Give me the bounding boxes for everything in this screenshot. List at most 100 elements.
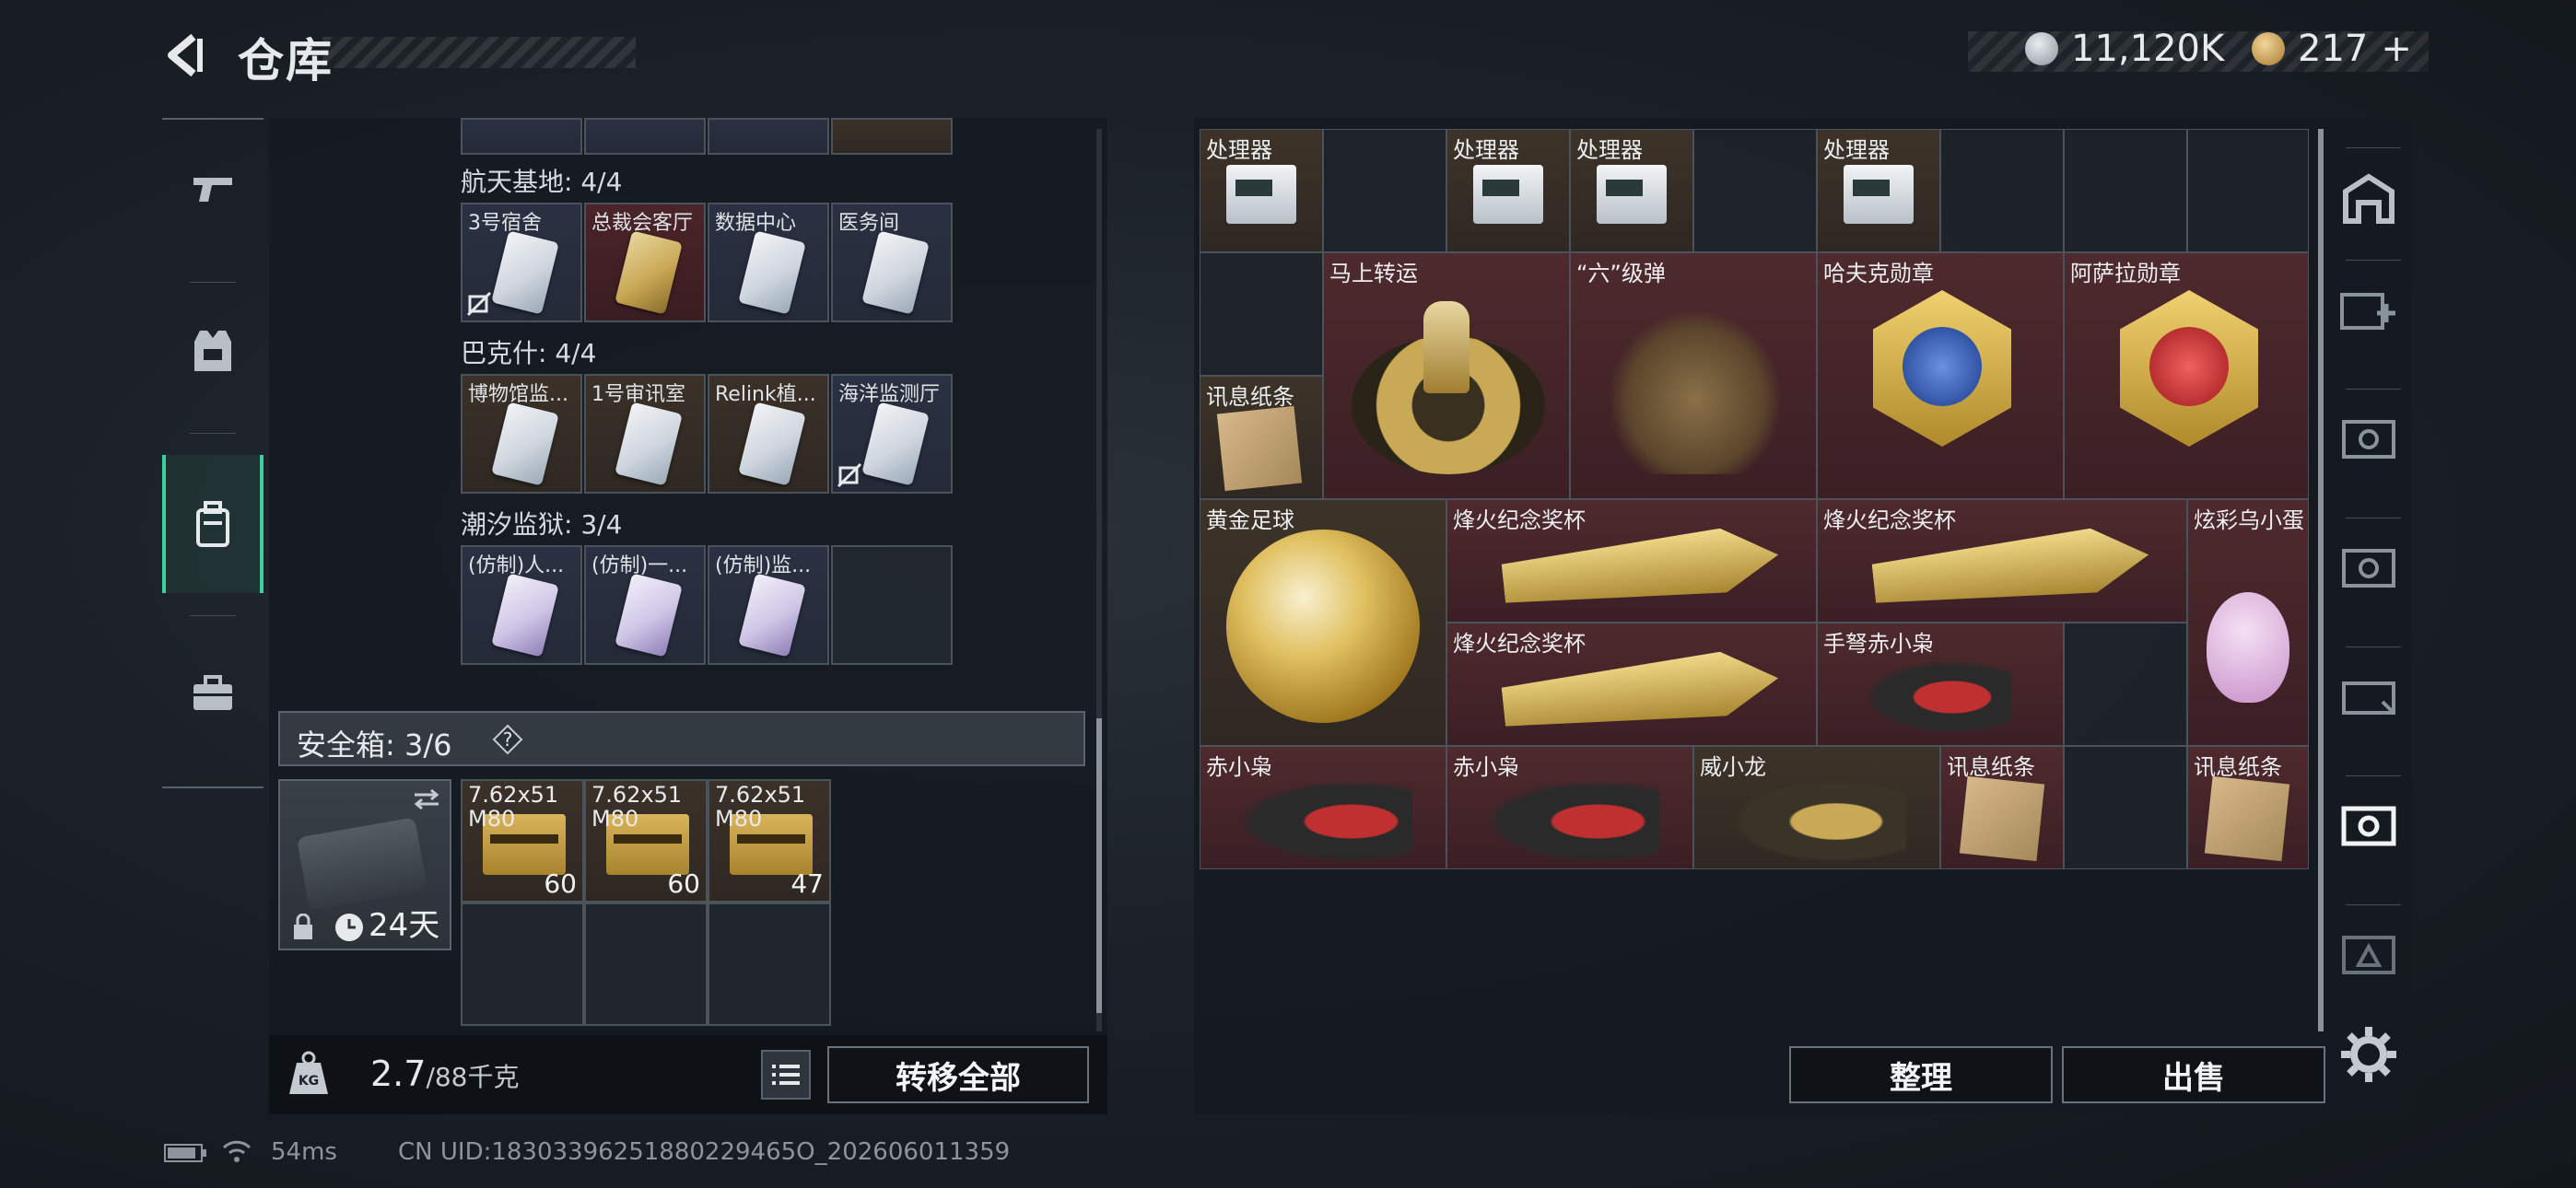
- section-label: 巴克什: 4/4: [461, 338, 597, 368]
- item-name: 医务间: [838, 212, 900, 235]
- empty-slot[interactable]: [461, 903, 584, 1026]
- list-view-button[interactable]: [761, 1050, 811, 1100]
- item-processor[interactable]: 处理器: [1446, 129, 1570, 252]
- clipped-cell[interactable]: [584, 118, 706, 155]
- empty-slot[interactable]: [1693, 129, 1817, 252]
- item-liu-bullet[interactable]: “六”级弹: [1570, 252, 1817, 499]
- item-processor[interactable]: 处理器: [1200, 129, 1323, 252]
- keycard-cell[interactable]: 3号宿舍: [461, 203, 582, 322]
- clipped-cell[interactable]: [461, 118, 582, 155]
- nav-backpack[interactable]: [162, 455, 263, 593]
- vest-icon: [194, 331, 231, 371]
- storage-items: 处理器 处理器 处理器 处理器 讯息纸条 马上转运 “六”级弹 哈夫克勋章 阿萨…: [1200, 129, 2309, 869]
- storage-box-iv-icon[interactable]: [2336, 534, 2401, 599]
- trophy-image: [1500, 646, 1782, 740]
- safe-box-slot[interactable]: 24天: [278, 779, 451, 950]
- sell-button[interactable]: 出售: [2062, 1046, 2325, 1103]
- storage-add-icon[interactable]: [2336, 276, 2401, 341]
- item-red-owl[interactable]: 赤小枭: [1200, 746, 1446, 869]
- nav-briefcase[interactable]: [162, 624, 263, 763]
- item-name: 处理器: [1206, 137, 1272, 163]
- empty-slot[interactable]: [2187, 129, 2309, 252]
- item-trophy[interactable]: 烽火纪念奖杯: [1446, 499, 1817, 623]
- item-gold-ball[interactable]: 黄金足球: [1200, 499, 1446, 746]
- item-wei-dragon[interactable]: 威小龙: [1693, 746, 1940, 869]
- transfer-all-button[interactable]: 转移全部: [827, 1046, 1089, 1103]
- keycard-image: [861, 230, 930, 315]
- storage-box-v-icon[interactable]: [2336, 405, 2401, 470]
- item-message-note[interactable]: 讯息纸条: [1200, 376, 1323, 499]
- storage-box-iv-active-icon[interactable]: [2336, 792, 2401, 856]
- item-haf-medal[interactable]: 哈夫克勋章: [1817, 252, 2064, 499]
- keycard-cell[interactable]: Relink植...: [708, 374, 829, 494]
- processor-image: [1473, 165, 1543, 224]
- item-processor[interactable]: 处理器: [1570, 129, 1693, 252]
- dragon-figure: [1731, 780, 1906, 863]
- empty-slot[interactable]: [708, 903, 831, 1026]
- empty-slot[interactable]: [2064, 623, 2187, 746]
- keycard-cell[interactable]: (仿制)人...: [461, 545, 582, 665]
- empty-slot[interactable]: [2064, 746, 2187, 869]
- item-message-note[interactable]: 讯息纸条: [1940, 746, 2064, 869]
- ammo-cell[interactable]: 7.62x51 M80 60: [461, 779, 584, 903]
- unlinked-icon: [837, 462, 862, 488]
- empty-slot[interactable]: [1200, 252, 1323, 376]
- storage-box-iv-2-icon[interactable]: [2336, 663, 2401, 728]
- keycard-image: [491, 402, 559, 486]
- item-trophy[interactable]: 烽火纪念奖杯: [1446, 623, 1817, 746]
- ammo-name: 7.62x51 M80: [715, 782, 806, 832]
- keycard-cell[interactable]: 1号审讯室: [584, 374, 706, 494]
- nav-weapons[interactable]: [162, 120, 263, 258]
- weight-value: 2.7: [370, 1054, 427, 1094]
- keycard-cell[interactable]: 海洋监测厅: [831, 374, 953, 494]
- uid-text: CN UID:18303396251880229465O_20260601135…: [398, 1138, 1011, 1166]
- premium-plus[interactable]: +: [2381, 28, 2412, 70]
- item-asala-medal[interactable]: 阿萨拉勋章: [2064, 252, 2309, 499]
- clipped-cell[interactable]: [708, 118, 829, 155]
- keycard-cell[interactable]: 总裁会客厅: [584, 203, 706, 322]
- keycard-image: [491, 230, 559, 315]
- storage-box-iv-3-icon[interactable]: [2336, 921, 2401, 985]
- keycard-cell[interactable]: 数据中心: [708, 203, 829, 322]
- gear-icon[interactable]: [2336, 1022, 2401, 1087]
- clipped-cell[interactable]: [831, 118, 953, 155]
- help-icon[interactable]: ?: [492, 724, 523, 755]
- swap-icon[interactable]: [413, 788, 440, 810]
- briefcase-icon: [193, 675, 232, 710]
- storage-home-icon[interactable]: [2336, 166, 2401, 230]
- keycard-cell[interactable]: (仿制)一...: [584, 545, 706, 665]
- item-trophy[interactable]: 烽火纪念奖杯: [1817, 499, 2187, 623]
- item-name: 炫彩乌小蛋: [2194, 507, 2304, 533]
- keycard-cell[interactable]: 博物馆监...: [461, 374, 582, 494]
- page-title: 仓库: [238, 34, 334, 87]
- item-colorful-egg[interactable]: 炫彩乌小蛋: [2187, 499, 2309, 746]
- item-processor[interactable]: 处理器: [1817, 129, 1940, 252]
- empty-slot[interactable]: [584, 903, 708, 1026]
- right-scrollbar[interactable]: [2318, 129, 2324, 1031]
- ammo-count: 47: [790, 868, 824, 899]
- item-mashang[interactable]: 马上转运: [1323, 252, 1570, 499]
- nav-armor[interactable]: [162, 282, 263, 420]
- item-crossbow-owl[interactable]: 手弩赤小枭: [1817, 623, 2064, 746]
- item-red-owl[interactable]: 赤小枭: [1446, 746, 1693, 869]
- egg-image: [2207, 592, 2289, 703]
- currency-premium[interactable]: 217 +: [2252, 28, 2412, 70]
- empty-slot[interactable]: [2064, 129, 2187, 252]
- currency-coins[interactable]: 11,120K: [2025, 28, 2224, 70]
- empty-slot[interactable]: [1940, 129, 2064, 252]
- item-name: 手弩赤小枭: [1823, 631, 1934, 657]
- back-icon[interactable]: [162, 31, 210, 79]
- keycard-cell[interactable]: 医务间: [831, 203, 953, 322]
- keycard-row: 3号宿舍 总裁会客厅 数据中心 医务间: [461, 203, 954, 322]
- ammo-cell[interactable]: 7.62x51 M80 60: [584, 779, 708, 903]
- keycard-cell[interactable]: (仿制)监...: [708, 545, 829, 665]
- ammo-cell[interactable]: 7.62x51 M80 47: [708, 779, 831, 903]
- sort-button[interactable]: 整理: [1789, 1046, 2053, 1103]
- item-name: 数据中心: [715, 212, 797, 235]
- premium-value: 217: [2298, 28, 2369, 70]
- left-scrollbar[interactable]: [1096, 129, 1102, 1031]
- empty-slot[interactable]: [1323, 129, 1446, 252]
- trophy-image: [1870, 523, 2152, 616]
- item-message-note[interactable]: 讯息纸条: [2187, 746, 2309, 869]
- empty-slot[interactable]: [831, 545, 953, 665]
